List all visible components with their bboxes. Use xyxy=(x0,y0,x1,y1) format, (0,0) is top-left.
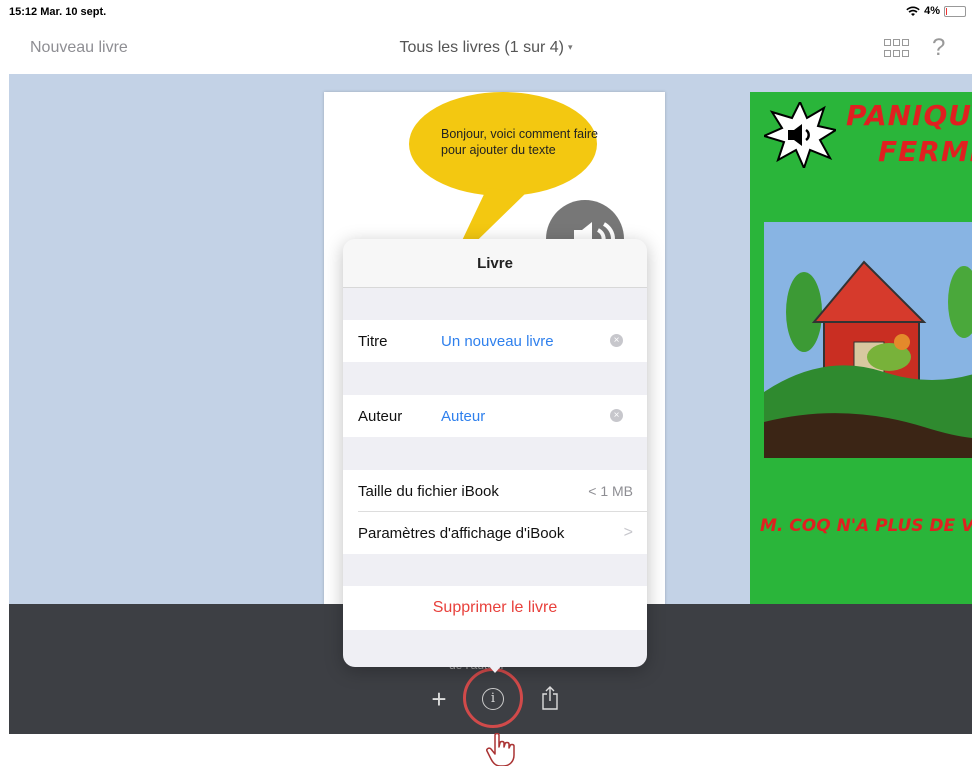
clear-title-icon[interactable]: × xyxy=(610,334,623,347)
popover-arrow xyxy=(487,664,503,673)
book-cover-next[interactable]: PANIQUE FERMI M. COQ N'A PLUS DE VOI xyxy=(750,92,972,604)
bubble-text: Bonjour, voici comment faire pour ajoute… xyxy=(441,127,599,157)
share-icon[interactable] xyxy=(541,686,559,710)
chevron-right-icon: > xyxy=(623,524,633,541)
hand-cursor-icon xyxy=(486,733,515,766)
book-info-popover: Livre Titre Un nouveau livre × Auteur Au… xyxy=(343,239,647,667)
book-title-art: PANIQUE FERMI xyxy=(846,98,972,170)
title-label: Titre xyxy=(358,332,388,350)
status-time: 15:12 Mar. 10 sept. xyxy=(9,6,107,18)
author-input[interactable]: Auteur xyxy=(441,408,485,425)
delete-book-button[interactable]: Supprimer le livre xyxy=(343,586,647,630)
nav-title-text: Tous les livres (1 sur 4) xyxy=(399,39,564,56)
farm-illustration xyxy=(764,222,972,458)
help-icon[interactable]: ? xyxy=(932,34,945,62)
add-icon[interactable]: + xyxy=(424,684,454,714)
nav-bar: Nouveau livre Tous les livres (1 sur 4) ▾… xyxy=(0,24,972,74)
title-input[interactable]: Un nouveau livre xyxy=(441,333,554,350)
display-settings-row[interactable]: Paramètres d'affichage d'iBook > xyxy=(343,512,647,554)
file-size-label: Taille du fichier iBook xyxy=(358,482,499,500)
chevron-down-icon: ▾ xyxy=(567,42,573,53)
status-indicators: 4% xyxy=(906,5,966,17)
book-title-line1: PANIQUE xyxy=(846,99,972,132)
author-label: Auteur xyxy=(358,407,403,425)
file-size-value: < 1 MB xyxy=(588,483,633,499)
clear-author-icon[interactable]: × xyxy=(610,409,623,422)
screen: 15:12 Mar. 10 sept. 4% Nouveau livre Tou… xyxy=(0,0,972,766)
author-field[interactable]: Auteur Auteur × xyxy=(343,395,647,437)
wifi-icon xyxy=(906,6,920,16)
display-settings-label: Paramètres d'affichage d'iBook xyxy=(358,524,565,542)
title-field[interactable]: Titre Un nouveau livre × xyxy=(343,320,647,362)
all-books-title[interactable]: Tous les livres (1 sur 4) ▾ xyxy=(0,39,972,57)
status-bar: 15:12 Mar. 10 sept. 4% xyxy=(0,0,972,24)
speaker-starburst-icon xyxy=(764,102,836,168)
book-subtitle-art: M. COQ N'A PLUS DE VOI xyxy=(760,516,972,536)
battery-level xyxy=(946,7,947,15)
highlight-ring xyxy=(463,668,523,728)
battery-percent: 4% xyxy=(924,5,940,17)
grid-icon[interactable] xyxy=(884,39,910,59)
book-title-line2: FERMI xyxy=(878,135,972,168)
file-size-row: Taille du fichier iBook < 1 MB xyxy=(343,470,647,512)
popover-title: Livre xyxy=(343,239,647,288)
battery-icon xyxy=(944,5,966,17)
